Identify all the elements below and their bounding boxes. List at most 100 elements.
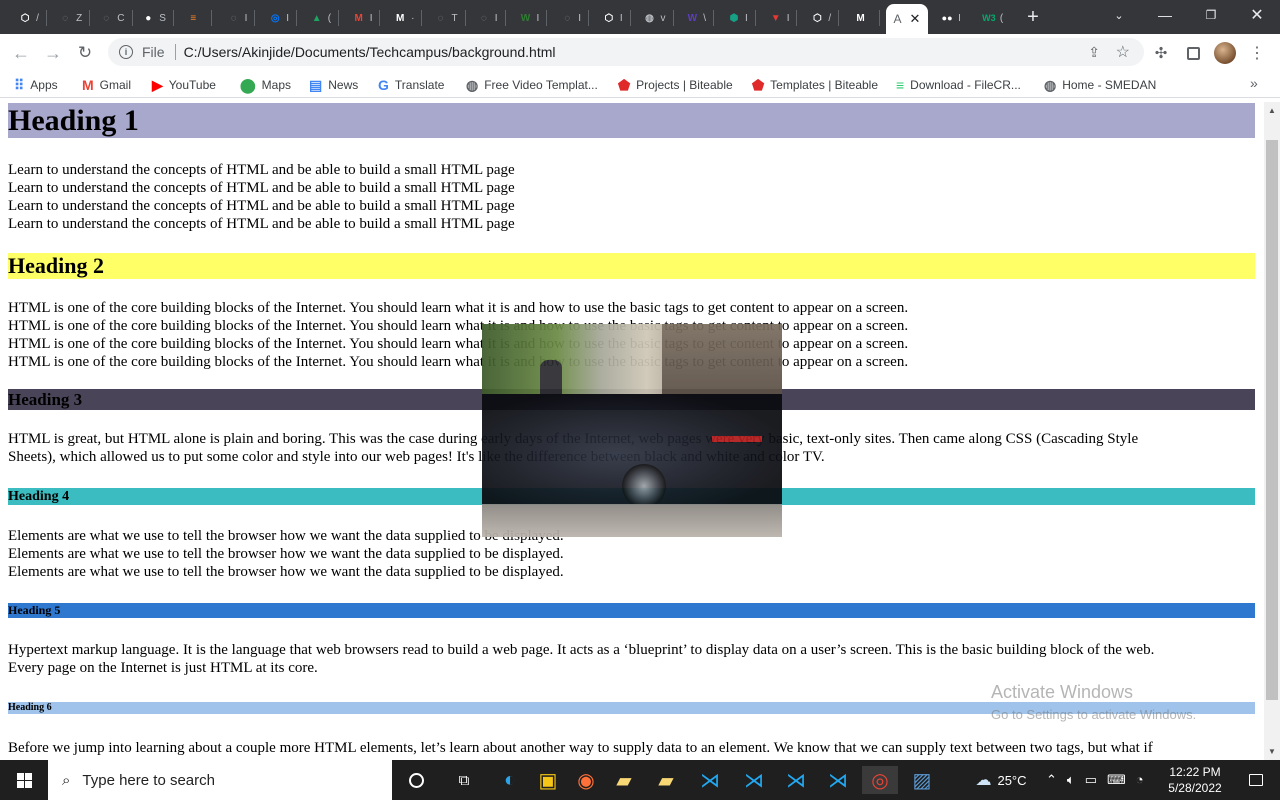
side-panel-icon <box>1186 46 1200 60</box>
taskbar-app[interactable]: ⋊ <box>820 766 856 794</box>
close-tab-icon[interactable]: ✕ <box>910 11 921 27</box>
info-icon[interactable]: i <box>119 45 133 59</box>
speaker-icon[interactable]: 🔈︎ <box>1067 772 1075 788</box>
shield-icon: ⬢ <box>729 12 739 24</box>
browser-tab[interactable]: ⬡ I <box>596 4 636 32</box>
scroll-thumb[interactable] <box>1266 140 1278 700</box>
browser-tab[interactable]: M <box>846 4 886 32</box>
bookmark-item[interactable]: M Gmail <box>82 75 131 95</box>
menu-button[interactable]: ⋮ <box>1244 40 1270 66</box>
forward-button[interactable]: → <box>40 40 66 66</box>
taskbar-app[interactable]: ▰ <box>648 766 684 794</box>
new-tab-button[interactable]: + <box>1020 6 1046 28</box>
bookmark-item[interactable]: ◍ Home - SMEDAN <box>1044 75 1156 95</box>
tray-chevron-up-icon[interactable]: ⌃ <box>1046 772 1057 788</box>
news-icon: ▤ <box>309 76 323 93</box>
close-window-button[interactable]: ✕ <box>1234 0 1280 30</box>
loading-icon: ◌ <box>437 12 444 24</box>
page-scrollbar[interactable]: ▲ ▼ <box>1264 102 1280 760</box>
file-explorer-icon: ▰ <box>616 769 632 792</box>
bookmark-label: Apps <box>30 78 58 92</box>
messenger-icon: ◎ <box>270 12 280 24</box>
browser-tab[interactable]: WI <box>512 4 552 32</box>
bookmark-label: Translate <box>394 78 445 92</box>
wifi-icon[interactable]: ◔ <box>1136 772 1144 788</box>
browser-tab[interactable]: ●● I <box>930 4 970 32</box>
paragraph-5: Hypertext markup language. It is the lan… <box>8 641 1154 677</box>
bookmarks-overflow-button[interactable]: » <box>1250 75 1258 91</box>
loading-icon: ◌ <box>230 12 237 24</box>
bookmark-item[interactable]: ⬟ Projects | Biteable <box>618 75 733 95</box>
taskbar-app[interactable]: ⋊ <box>736 766 772 794</box>
browser-tab[interactable]: ⬡ / <box>12 4 52 32</box>
reload-button[interactable]: ↻ <box>72 40 98 66</box>
url-text[interactable]: C:/Users/Akinjide/Documents/Techcampus/b… <box>184 44 556 60</box>
browser-tab[interactable]: MI <box>346 4 386 32</box>
clock[interactable]: 12:22 PM 5/28/2022 <box>1160 764 1230 796</box>
taskbar-app[interactable]: ▰ <box>606 766 642 794</box>
taskbar-app[interactable]: ◎ <box>862 766 898 794</box>
back-button[interactable]: ← <box>8 40 34 66</box>
w-purple-icon: W <box>687 12 698 24</box>
tab-separator <box>89 10 91 26</box>
share-icon[interactable]: ⇪ <box>1088 44 1100 61</box>
taskbar-app[interactable]: ⋊ <box>692 766 728 794</box>
taskbar-app[interactable]: ◉ <box>568 766 604 794</box>
profile-button[interactable] <box>1212 40 1238 66</box>
tab-strip: ⬡ / ◌ Z ◌ C ● S ≡ ◌ I ◎ I ▲(M I M · ◌ T ◌ I W I ◌ I ⬡ I ◍ v W \ ⬢ I ▼ I ⬡ / M… <box>0 0 1280 34</box>
bookmark-label: Home - SMEDAN <box>1062 78 1157 92</box>
photo-garage <box>662 324 782 394</box>
browser-tab[interactable]: W3( <box>972 4 1012 32</box>
bookmark-star-icon[interactable]: ☆ <box>1116 42 1130 62</box>
bookmark-item[interactable]: ▶ YouTube <box>152 75 216 95</box>
browser-tab[interactable]: ● S <box>137 4 177 32</box>
photos-icon: ▨ <box>912 769 932 792</box>
bookmark-item[interactable]: ⬟ Templates | Biteable <box>752 75 878 95</box>
taskbar-app[interactable]: ▨ <box>904 766 940 794</box>
notification-icon <box>1249 774 1263 786</box>
browser-tab[interactable]: ⬡ / <box>804 4 844 32</box>
scroll-down-arrow[interactable]: ▼ <box>1264 743 1280 760</box>
p4-line: Elements are what we use to tell the bro… <box>8 546 564 562</box>
weather-widget[interactable]: ☁ 25°C <box>966 766 1036 794</box>
browser-tab[interactable]: ◌ Z <box>54 4 94 32</box>
address-bar[interactable]: i File C:/Users/Akinjide/Documents/Techc… <box>108 38 1144 66</box>
keyboard-icon[interactable]: ⌨︎ <box>1107 772 1126 788</box>
active-tab[interactable]: A ✕ <box>886 4 928 34</box>
browser-tab[interactable]: W \ <box>679 4 719 32</box>
start-button[interactable] <box>6 766 42 794</box>
battery-icon[interactable]: ▭ <box>1085 772 1097 788</box>
taskbar-app[interactable]: ▣ <box>530 766 566 794</box>
browser-tab[interactable]: ◌ C <box>95 4 135 32</box>
bookmark-item[interactable]: ≡ Download - FileCR... <box>896 75 1021 95</box>
browser-tab[interactable]: ◎ I <box>262 4 302 32</box>
extensions-button[interactable]: ✣ <box>1148 40 1174 66</box>
taskbar-search-box[interactable]: ⌕ Type here to search <box>48 760 392 800</box>
minimize-button[interactable]: — <box>1142 0 1188 30</box>
browser-tab[interactable]: ◌ I <box>554 4 594 32</box>
browser-tab[interactable]: ◍ v <box>638 4 678 32</box>
bookmark-item[interactable]: G Translate <box>378 75 444 95</box>
bookmark-item[interactable]: ▤ News <box>309 75 358 95</box>
bookmark-item[interactable]: ◍ Free Video Templat... <box>466 75 598 95</box>
taskbar-app[interactable]: ⋊ <box>778 766 814 794</box>
medium-icon: M <box>395 12 405 24</box>
browser-tab[interactable]: ▼ I <box>763 4 803 32</box>
browser-tab[interactable]: ◌ I <box>471 4 511 32</box>
browser-tab[interactable]: ≡ <box>179 4 219 32</box>
browser-tab[interactable]: ◌ I <box>221 4 261 32</box>
cortana-button[interactable] <box>398 766 434 794</box>
side-panel-button[interactable] <box>1180 40 1206 66</box>
browser-tab[interactable]: M · <box>387 4 427 32</box>
browser-tab[interactable]: ▲( <box>304 4 344 32</box>
tab-search-button[interactable]: ⌄ <box>1096 0 1142 30</box>
browser-tab[interactable]: ◌ T <box>429 4 469 32</box>
task-view-button[interactable]: ⧉ <box>446 766 482 794</box>
restore-button[interactable]: ❐ <box>1188 0 1234 30</box>
bookmark-item[interactable]: ⠿ Apps <box>14 75 58 95</box>
taskbar-app[interactable]: ◐ <box>492 766 528 794</box>
browser-tab[interactable]: ⬢ I <box>721 4 761 32</box>
bookmark-item[interactable]: ⬤ Maps <box>240 75 291 95</box>
scroll-up-arrow[interactable]: ▲ <box>1264 102 1280 119</box>
notifications-button[interactable] <box>1238 766 1274 794</box>
